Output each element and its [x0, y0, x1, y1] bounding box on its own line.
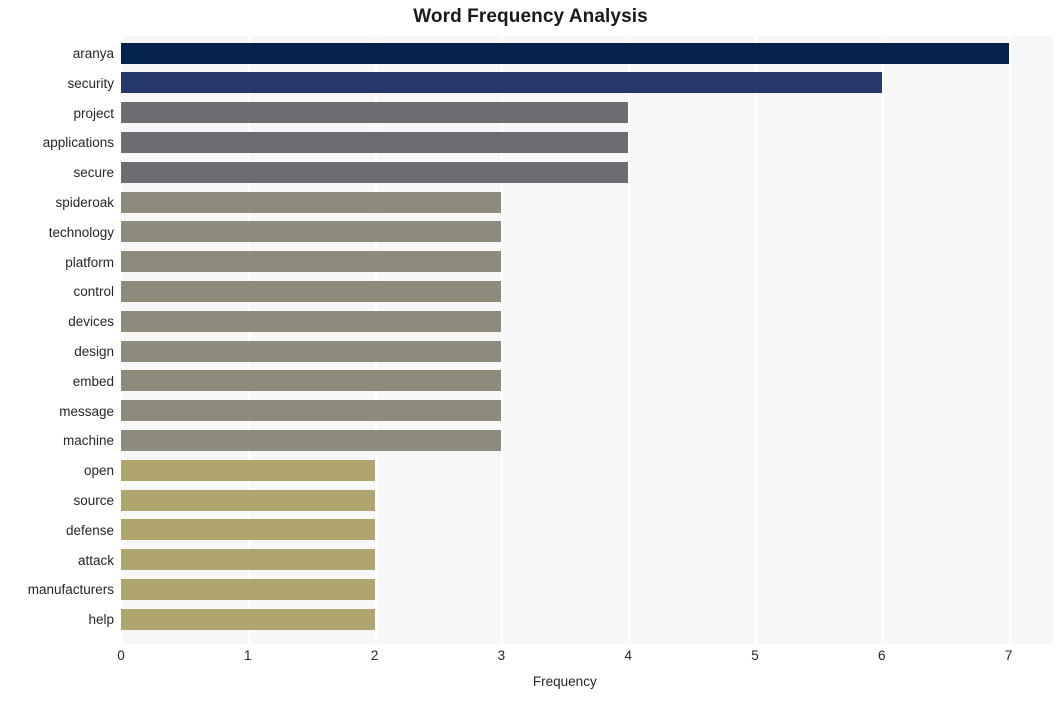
bar-source — [121, 489, 375, 511]
bar-row — [121, 516, 1053, 546]
bar-applications — [121, 132, 629, 153]
bar-project — [121, 102, 629, 124]
bar-design — [121, 340, 502, 362]
y-axis-category-labels: aranya security project applications secure s… — [0, 36, 114, 644]
y-label-devices: devices — [68, 314, 114, 330]
bar-row — [121, 69, 1053, 99]
bar-row — [121, 158, 1053, 188]
bar-devices — [121, 310, 502, 332]
bar-row — [121, 277, 1053, 307]
bar-control — [121, 281, 502, 303]
y-label-manufacturers: manufacturers — [27, 582, 114, 598]
bar-row — [121, 605, 1053, 635]
bar-row — [121, 486, 1053, 516]
y-label-attack: attack — [77, 552, 114, 568]
y-label-defense: defense — [65, 522, 114, 538]
plot-area — [121, 36, 1053, 644]
bar-aranya — [121, 42, 1009, 64]
bar-manufacturers — [121, 579, 375, 601]
bar-open — [121, 459, 375, 481]
bar-defense — [121, 519, 375, 541]
y-label-project: project — [73, 105, 114, 121]
x-tick-3: 3 — [497, 648, 506, 663]
bar-row — [121, 367, 1053, 397]
x-tick-6: 6 — [878, 648, 886, 663]
bar-spideroak — [121, 191, 502, 213]
chart-title: Word Frequency Analysis — [413, 6, 648, 27]
bar-row — [121, 218, 1053, 248]
x-tick-7: 7 — [1004, 648, 1013, 663]
bar-row — [121, 575, 1053, 605]
y-label-applications: applications — [42, 135, 114, 151]
y-label-machine: machine — [62, 433, 114, 449]
y-label-open: open — [83, 463, 114, 479]
y-label-platform: platform — [65, 254, 114, 270]
y-label-secure: secure — [73, 165, 114, 181]
bar-help — [121, 608, 375, 630]
y-label-technology: technology — [48, 224, 114, 240]
bar-row — [121, 426, 1053, 456]
bar-technology — [121, 221, 502, 243]
y-label-source: source — [73, 493, 114, 509]
bar-row — [121, 39, 1053, 69]
y-label-spideroak: spideroak — [55, 195, 114, 211]
bar-row — [121, 456, 1053, 486]
x-tick-0: 0 — [117, 648, 125, 663]
x-tick-5: 5 — [751, 648, 759, 663]
bar-row — [121, 188, 1053, 218]
bar-message — [121, 400, 502, 422]
bar-row — [121, 128, 1053, 158]
bar-row — [121, 397, 1053, 427]
x-axis-tick-labels: 0 1 2 3 4 5 6 7 — [117, 648, 1053, 668]
bar-platform — [121, 251, 502, 273]
y-label-embed: embed — [72, 373, 114, 389]
y-label-control: control — [73, 284, 114, 300]
y-label-help: help — [88, 612, 114, 628]
bar-row — [121, 99, 1053, 129]
y-label-aranya: aranya — [72, 46, 114, 61]
bar-embed — [121, 370, 502, 392]
y-label-design: design — [74, 344, 114, 360]
bar-machine — [121, 430, 502, 452]
y-label-security: security — [67, 75, 114, 91]
bar-row — [121, 307, 1053, 337]
bar-secure — [121, 161, 629, 183]
x-tick-4: 4 — [624, 648, 632, 663]
bar-row — [121, 248, 1053, 278]
x-tick-1: 1 — [244, 648, 252, 663]
x-tick-2: 2 — [370, 648, 379, 663]
bar-row — [121, 337, 1053, 367]
word-frequency-chart: Word Frequency Analysis aranya security pr… — [0, 0, 1061, 701]
bar-security — [121, 72, 882, 94]
y-label-message: message — [59, 403, 114, 419]
x-axis-title: Frequency — [532, 674, 597, 689]
bar-attack — [121, 549, 375, 571]
bar-row — [121, 546, 1053, 576]
